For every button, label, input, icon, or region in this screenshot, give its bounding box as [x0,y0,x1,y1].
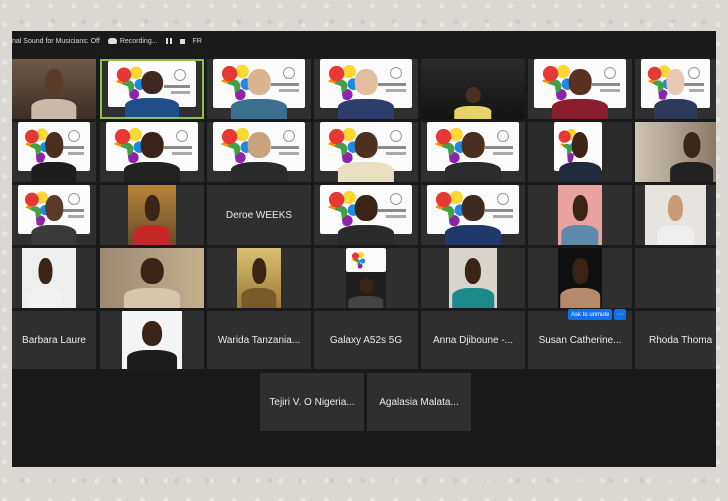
video-tile[interactable] [635,59,716,119]
pause-icon [165,38,172,44]
video-tile[interactable] [314,59,418,119]
participant-video [125,65,179,117]
video-tile[interactable] [528,59,632,119]
participant-video [123,127,181,182]
participant-name: Deroe WEEKS [225,209,293,221]
video-tile[interactable] [207,122,311,182]
video-tile[interactable] [100,185,204,245]
participant-name: Susan Catherine... [538,334,622,346]
zoom-gallery-window: nal Sound for Musicians: Off Recording..… [12,31,716,467]
participant-name: Anna Djiboune -... [432,334,514,346]
participant-video [241,253,277,308]
participant-video [653,64,698,119]
participant-video [559,127,601,182]
recording-indicator: Recording... [107,37,158,45]
participant-video [230,127,288,182]
recording-label: Recording... [119,37,158,45]
video-tile[interactable] [421,59,525,119]
participant-name-tile[interactable]: Warida Tanzania... [207,311,311,369]
video-tile[interactable] [421,122,525,182]
participant-video [452,253,494,308]
participant-video [337,190,395,245]
participant-video [31,190,77,245]
participant-name-tile[interactable]: Rhoda Thoma [635,311,716,369]
video-tile[interactable] [12,59,96,119]
original-sound-status[interactable]: nal Sound for Musicians: Off [12,38,100,45]
participant-name-tile[interactable]: Barbara Laure [12,311,96,369]
video-tile[interactable] [12,122,96,182]
participant-video [28,253,63,308]
unmute-popover: Ask to unmute ··· [568,309,627,320]
cloud-icon [107,38,117,44]
active-speaker-tile[interactable] [100,59,204,119]
participant-video [31,127,77,182]
video-tile[interactable] [314,248,418,308]
participant-name: Warida Tanzania... [217,334,301,346]
pause-recording-button[interactable] [165,38,172,44]
participant-name: Galaxy A52s 5G [329,334,403,346]
video-tile[interactable] [314,185,418,245]
virtual-background [346,248,386,272]
video-tile[interactable] [12,185,96,245]
participant-video [127,316,177,369]
language-interpretation-button[interactable]: FR [193,38,202,45]
video-tile[interactable] [635,122,716,182]
video-tile[interactable] [314,122,418,182]
more-options-button[interactable]: ··· [614,309,627,320]
participant-video [337,64,395,119]
ask-to-unmute-button[interactable]: Ask to unmute [568,309,613,320]
participant-video [656,190,695,245]
video-tile[interactable] [12,248,96,308]
video-tile[interactable] [421,248,525,308]
participant-name: Agalasia Malata... [379,396,459,408]
participant-video [133,190,171,245]
participant-video [444,190,502,245]
video-tile[interactable] [100,122,204,182]
participant-name-tile[interactable]: Agalasia Malata... [367,373,471,431]
participant-name-tile[interactable]: Anna Djiboune -... [421,311,525,369]
participant-video [230,64,288,119]
participant-video [444,127,502,182]
participant-video [337,127,395,182]
video-tile[interactable] [635,185,716,245]
stop-recording-button[interactable] [179,38,185,44]
video-tile[interactable] [100,311,204,369]
participant-name: Tejiri V. O Nigeria... [269,396,355,408]
meeting-status-bar: nal Sound for Musicians: Off Recording..… [12,31,716,51]
participant-video [560,253,600,308]
video-tile[interactable] [528,122,632,182]
participant-video [669,127,714,182]
video-tile[interactable] [207,59,311,119]
participant-name: Barbara Laure [22,334,86,346]
participant-name-tile[interactable]: Deroe WEEKS [207,185,311,245]
participant-video [348,275,384,308]
participant-name-tile[interactable]: Galaxy A52s 5G [314,311,418,369]
participant-name-tile[interactable]: Tejiri V. O Nigeria... [260,373,364,431]
video-tile[interactable] [207,248,311,308]
video-tile[interactable] [635,248,716,308]
video-tile[interactable] [421,185,525,245]
stop-icon [179,38,185,44]
participant-video [551,64,609,119]
participant-video [123,253,181,308]
participant-video [561,190,599,245]
video-tile[interactable] [100,248,204,308]
participant-name: Rhoda Thoma [649,334,713,346]
video-tile[interactable] [528,185,632,245]
participant-video [31,64,77,119]
video-tile[interactable] [528,248,632,308]
participant-video [454,83,492,119]
